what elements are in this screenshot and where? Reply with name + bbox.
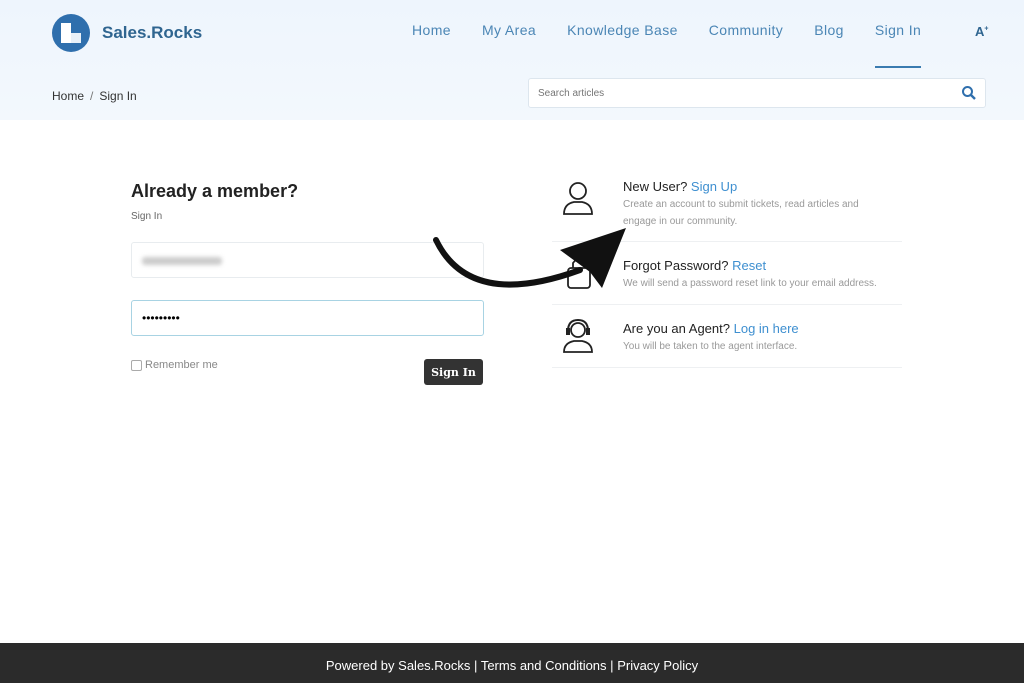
headset-icon	[563, 318, 593, 353]
user-icon	[563, 182, 593, 215]
search-box	[528, 78, 986, 108]
breadcrumb: Home / Sign In	[52, 89, 137, 103]
search-input[interactable]	[529, 79, 939, 107]
footer-separator: |	[474, 658, 478, 673]
option-description: We will send a password reset link to yo…	[623, 278, 877, 289]
agent-login-link[interactable]: Log in here	[734, 321, 799, 336]
logo-text: Sales.Rocks	[102, 23, 203, 42]
breadcrumb-separator: /	[90, 89, 94, 103]
footer: Powered by Sales.Rocks | Terms and Condi…	[0, 643, 1024, 683]
remember-checkbox[interactable]	[131, 359, 142, 371]
powered-by-link[interactable]: Powered by Sales.Rocks	[326, 658, 471, 673]
font-size-label: A	[975, 24, 985, 39]
nav-home[interactable]: Home	[412, 22, 451, 68]
password-input[interactable]	[132, 301, 483, 335]
option-title: New User? Sign Up	[623, 179, 738, 194]
logo[interactable]: Sales.Rocks	[52, 14, 202, 52]
header: Sales.Rocks Home My Area Knowledge Base …	[0, 0, 1024, 120]
reset-link[interactable]: Reset	[732, 258, 766, 273]
breadcrumb-home[interactable]: Home	[52, 89, 84, 103]
breadcrumb-current: Sign In	[99, 89, 137, 103]
signin-subtitle: Sign In	[131, 211, 163, 222]
blurred-email	[142, 257, 222, 265]
password-field[interactable]	[131, 300, 484, 336]
main-nav: Home My Area Knowledge Base Community Bl…	[412, 22, 952, 68]
option-title: Are you an Agent? Log in here	[623, 321, 799, 336]
sign-up-link[interactable]: Sign Up	[691, 179, 737, 194]
option-agent: Are you an Agent? Log in here You will b…	[552, 305, 902, 368]
option-description: You will be taken to the agent interface…	[623, 341, 798, 352]
nav-community[interactable]: Community	[709, 22, 783, 68]
signin-title: Already a member?	[131, 181, 299, 201]
logo-icon	[52, 14, 90, 52]
search-icon[interactable]	[961, 85, 977, 101]
arrow-annotation-icon	[433, 228, 626, 288]
nav-my-area[interactable]: My Area	[482, 22, 536, 68]
option-description: Create an account to submit tickets, rea…	[623, 199, 859, 227]
nav-sign-in[interactable]: Sign In	[874, 22, 922, 68]
remember-label: Remember me	[145, 359, 218, 371]
option-title: Forgot Password? Reset	[623, 258, 767, 273]
nav-blog[interactable]: Blog	[814, 22, 844, 68]
privacy-link[interactable]: Privacy Policy	[617, 658, 698, 673]
terms-link[interactable]: Terms and Conditions	[481, 658, 607, 673]
nav-knowledge-base[interactable]: Knowledge Base	[567, 22, 678, 68]
remember-me[interactable]: Remember me	[131, 359, 218, 371]
font-size-icon[interactable]: A+	[975, 24, 988, 39]
footer-separator: |	[610, 658, 614, 673]
sign-in-button[interactable]: Sign In	[424, 359, 483, 385]
